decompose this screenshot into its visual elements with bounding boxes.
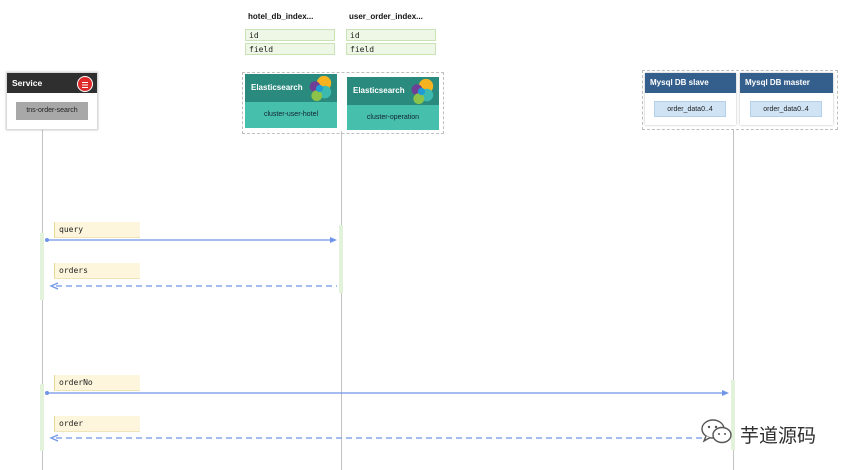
watermark: 芋道源码 [700,418,830,448]
message-label: orders [54,263,140,279]
message-label: order [54,416,140,432]
message-label: query [54,222,140,238]
message-orderno-arrow [45,390,729,396]
wechat-icon [701,419,732,444]
watermark-text: 芋道源码 [740,425,817,447]
message-label: orderNo [54,375,140,391]
message-orders-arrow [49,282,337,290]
message-order-arrow [49,434,729,442]
